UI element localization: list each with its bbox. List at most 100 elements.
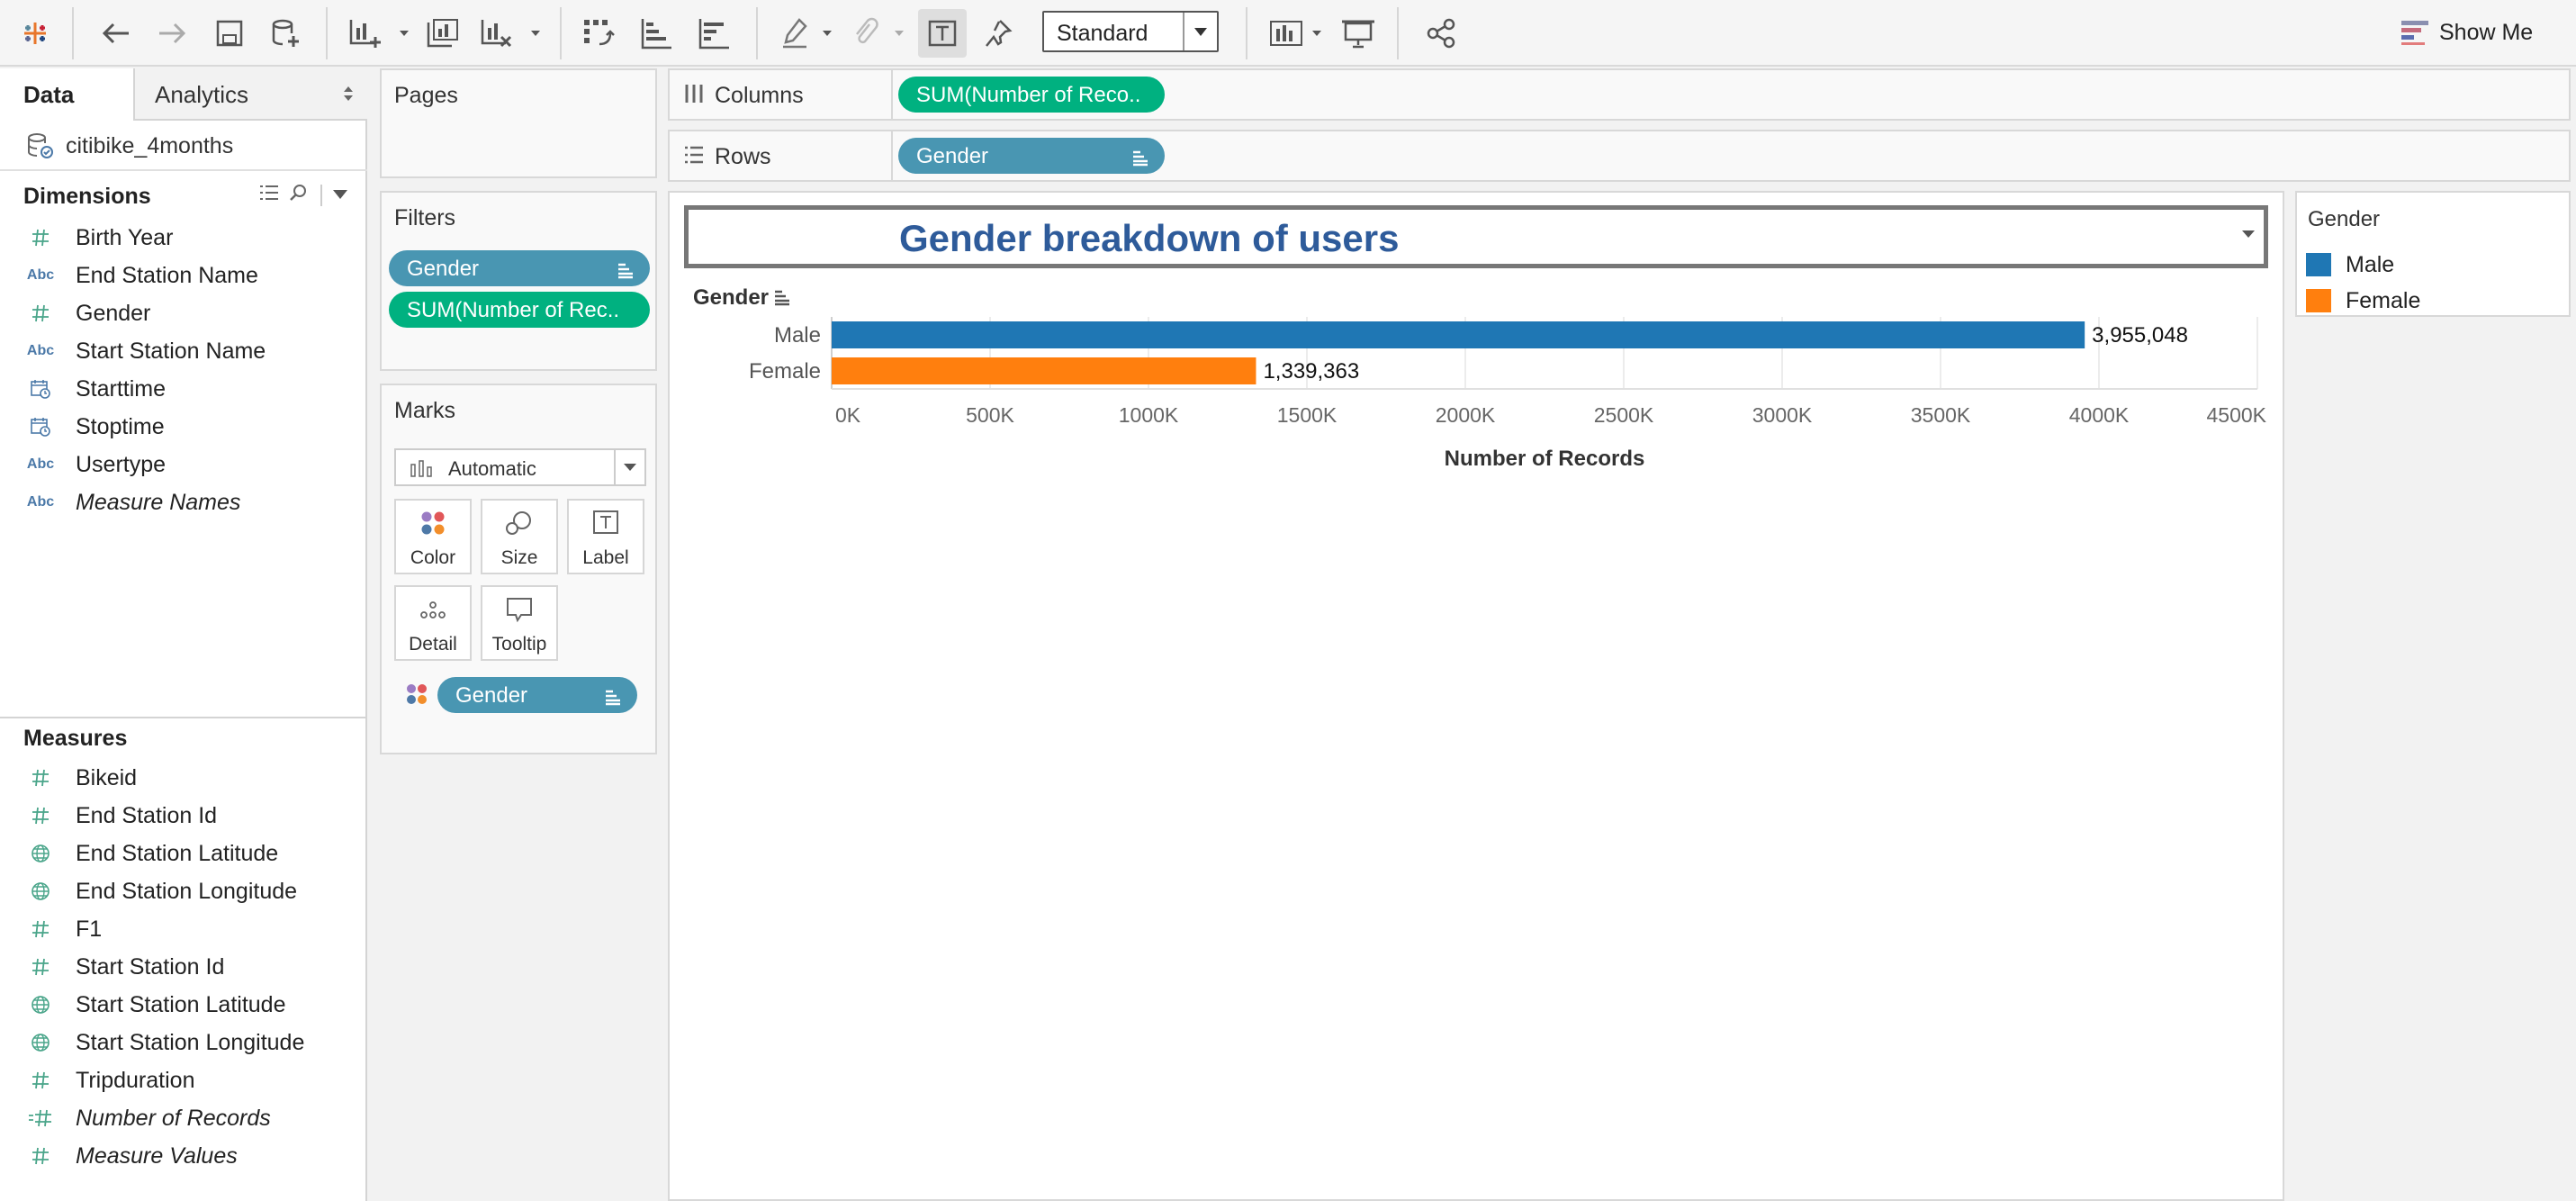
x-tick-label: 3500K bbox=[1911, 403, 1971, 427]
category-label-male: Male bbox=[774, 323, 821, 348]
chevron-down-icon[interactable] bbox=[614, 450, 644, 484]
tab-analytics-label: Analytics bbox=[155, 81, 249, 108]
field-number-of-records[interactable]: Number of Records bbox=[0, 1099, 365, 1137]
view-title-box[interactable]: Gender breakdown of users bbox=[684, 205, 2268, 268]
field-start-station-name[interactable]: Abc Start Station Name bbox=[0, 332, 365, 370]
show-cards-icon[interactable] bbox=[1262, 9, 1311, 58]
group-members-dropdown-icon[interactable] bbox=[893, 27, 905, 40]
datasource-item[interactable]: citibike_4months bbox=[0, 121, 367, 171]
field-gender[interactable]: Gender bbox=[0, 294, 365, 332]
field-name: Stoptime bbox=[76, 414, 165, 439]
rows-shelf-label: Rows bbox=[670, 131, 893, 180]
number-icon bbox=[27, 1145, 54, 1167]
columns-shelf[interactable]: Columns SUM(Number of Reco.. bbox=[668, 68, 2571, 121]
chevron-down-icon[interactable] bbox=[1183, 13, 1217, 50]
presentation-mode-icon[interactable] bbox=[1334, 9, 1383, 58]
color-legend: Gender Male Female bbox=[2295, 191, 2571, 317]
field-end-station-longitude[interactable]: End Station Longitude bbox=[0, 872, 365, 910]
field-end-station-id[interactable]: End Station Id bbox=[0, 797, 365, 835]
field-start-station-longitude[interactable]: Start Station Longitude bbox=[0, 1024, 365, 1061]
field-tripduration[interactable]: Tripduration bbox=[0, 1061, 365, 1099]
pages-card-title: Pages bbox=[394, 83, 458, 108]
share-icon[interactable] bbox=[1417, 9, 1465, 58]
show-mark-labels-icon[interactable] bbox=[918, 9, 967, 58]
number-icon bbox=[27, 303, 54, 324]
marks-size-button[interactable]: Size bbox=[481, 499, 558, 574]
legend-title: Gender bbox=[2308, 207, 2381, 231]
field-birth-year[interactable]: Birth Year bbox=[0, 219, 365, 257]
show-cards-dropdown-icon[interactable] bbox=[1311, 27, 1323, 40]
bar-female[interactable] bbox=[832, 357, 1256, 384]
show-me-label: Show Me bbox=[2439, 19, 2534, 45]
highlight-icon[interactable] bbox=[770, 9, 819, 58]
field-start-station-id[interactable]: Start Station Id bbox=[0, 948, 365, 986]
highlight-dropdown-icon[interactable] bbox=[821, 27, 833, 40]
field-bikeid[interactable]: Bikeid bbox=[0, 759, 365, 797]
marks-tooltip-label: Tooltip bbox=[491, 634, 547, 655]
columns-pill-sum-number-of-records[interactable]: SUM(Number of Reco.. bbox=[898, 77, 1165, 113]
row-header-gender[interactable]: Gender bbox=[693, 285, 769, 310]
x-tick-label: 0K bbox=[835, 403, 861, 427]
sort-ascending-icon[interactable] bbox=[632, 9, 680, 58]
sort-descending-icon[interactable] bbox=[689, 9, 738, 58]
marks-detail-button[interactable]: Detail bbox=[394, 585, 472, 661]
search-icon[interactable] bbox=[290, 184, 308, 206]
view-list-icon[interactable] bbox=[259, 185, 279, 205]
filter-pill-gender[interactable]: Gender bbox=[389, 250, 650, 286]
marks-detail-label: Detail bbox=[409, 634, 457, 655]
marks-tooltip-button[interactable]: Tooltip bbox=[481, 585, 558, 661]
pages-card[interactable]: Pages bbox=[380, 68, 657, 178]
bar-chart-icon bbox=[410, 459, 436, 483]
filters-card[interactable]: Filters Gender SUM(Number of Rec.. bbox=[380, 191, 657, 371]
field-f1[interactable]: F1 bbox=[0, 910, 365, 948]
rows-pill-gender[interactable]: Gender bbox=[898, 138, 1165, 174]
field-measure-names[interactable]: Abc Measure Names bbox=[0, 483, 365, 521]
filters-card-title: Filters bbox=[394, 205, 456, 230]
filter-pill-sum-number-of-records[interactable]: SUM(Number of Rec.. bbox=[389, 292, 650, 328]
bar-male[interactable] bbox=[832, 321, 2085, 348]
field-name: Gender bbox=[76, 301, 151, 326]
field-measure-values[interactable]: Measure Values bbox=[0, 1137, 365, 1175]
tab-analytics[interactable]: Analytics bbox=[133, 68, 367, 121]
field-starttime[interactable]: Starttime bbox=[0, 370, 365, 408]
columns-label: Columns bbox=[715, 83, 804, 108]
group-members-icon[interactable] bbox=[841, 9, 889, 58]
field-end-station-name[interactable]: Abc End Station Name bbox=[0, 257, 365, 294]
new-data-source-icon[interactable] bbox=[261, 9, 310, 58]
rows-shelf[interactable]: Rows Gender bbox=[668, 130, 2571, 182]
field-end-station-latitude[interactable]: End Station Latitude bbox=[0, 835, 365, 872]
swap-rows-columns-icon[interactable] bbox=[574, 9, 623, 58]
field-stoptime[interactable]: Stoptime bbox=[0, 408, 365, 446]
new-worksheet-dropdown-icon[interactable] bbox=[398, 27, 410, 40]
undo-icon[interactable] bbox=[92, 9, 140, 58]
tableau-logo-icon[interactable] bbox=[11, 9, 59, 58]
show-me-button[interactable]: Show Me bbox=[2400, 14, 2533, 50]
save-icon[interactable] bbox=[205, 9, 254, 58]
duplicate-sheet-icon[interactable] bbox=[419, 9, 468, 58]
color-icon bbox=[396, 510, 470, 537]
title-menu-icon[interactable] bbox=[2242, 226, 2255, 242]
new-worksheet-icon[interactable] bbox=[342, 9, 391, 58]
marks-pill-gender[interactable]: Gender bbox=[437, 677, 637, 713]
category-label-female: Female bbox=[749, 359, 821, 384]
dimensions-menu-icon[interactable] bbox=[333, 187, 347, 203]
field-name: End Station Name bbox=[76, 263, 258, 288]
field-usertype[interactable]: Abc Usertype bbox=[0, 446, 365, 483]
pin-icon[interactable] bbox=[974, 9, 1022, 58]
data-pane: Data Analytics citibike_4months Dimensio… bbox=[0, 68, 367, 1201]
x-tick-label: 2500K bbox=[1594, 403, 1654, 427]
tab-data[interactable]: Data bbox=[0, 68, 133, 121]
clear-sheet-dropdown-icon[interactable] bbox=[529, 27, 542, 40]
datetime-icon bbox=[27, 378, 54, 400]
mark-type-select[interactable]: Automatic bbox=[394, 448, 646, 486]
fit-select[interactable]: Standard bbox=[1042, 11, 1219, 52]
redo-icon[interactable] bbox=[148, 9, 196, 58]
marks-color-button[interactable]: Color bbox=[394, 499, 472, 574]
field-name: Start Station Latitude bbox=[76, 992, 286, 1017]
clear-sheet-icon[interactable] bbox=[473, 9, 522, 58]
sort-indicator-icon bbox=[617, 260, 634, 285]
abc-icon: Abc bbox=[26, 456, 55, 472]
sort-indicator-icon[interactable] bbox=[775, 290, 789, 306]
field-start-station-latitude[interactable]: Start Station Latitude bbox=[0, 986, 365, 1024]
marks-label-button[interactable]: Label bbox=[567, 499, 644, 574]
